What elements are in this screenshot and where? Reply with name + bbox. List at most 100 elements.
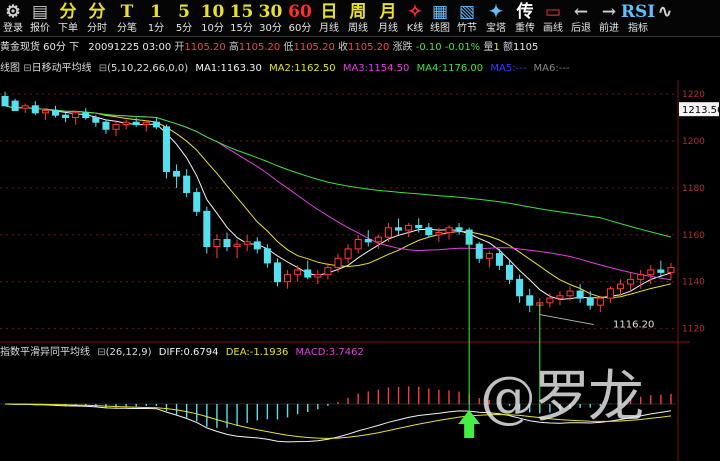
toolbar-label: 画线 [543, 23, 563, 34]
toolbar-icon: ∿ [657, 2, 673, 22]
low-marker-line [539, 314, 594, 325]
toolbar-label: 分时 [87, 23, 107, 34]
price-axis-label: 1220 [682, 90, 705, 100]
candle-body [11, 100, 19, 111]
candle-body [667, 267, 675, 273]
close-value: 1105.20 [348, 42, 390, 53]
toolbar-label: 周线 [348, 23, 368, 34]
toolbar-label: 10分 [201, 23, 224, 34]
toolbar-icon: T [120, 2, 134, 22]
toolbar-icon: ✦ [488, 2, 504, 22]
ma3-value: MA3:1154.50 [342, 63, 410, 74]
toolbar-button-19[interactable]: ▭ 画线 [539, 0, 567, 36]
toolbar-icon: 5 [178, 2, 190, 22]
toolbar-label: 后退 [571, 23, 591, 34]
candle-body [173, 170, 181, 177]
candle-body [354, 238, 362, 250]
toolbar-icon: 10 [200, 2, 225, 22]
toolbar-button-15[interactable]: ▦ 线图 [427, 0, 453, 36]
candle-body [516, 278, 524, 297]
toolbar-button-13[interactable]: 月月线 [373, 0, 403, 36]
candle-body [263, 248, 271, 264]
indicator-name[interactable]: 日移动平均线 [32, 63, 92, 74]
toolbar: ⚙ 登录 ▤ 报价分下单分分时 T 分笔 1 1分 5 5分 10 10分 15 15分 30 30分 60 60… [0, 0, 720, 37]
toolbar-button-5[interactable]: 1 1分 [142, 0, 170, 36]
watermark: @罗龙 [480, 365, 644, 430]
candle-body [72, 112, 80, 119]
toolbar-button-21[interactable]: → 前进 [595, 0, 623, 36]
toolbar-button-23[interactable]: ∿ [653, 0, 677, 36]
open-label: 开 [174, 42, 185, 53]
toolbar-button-18[interactable]: 传重传 [511, 0, 539, 36]
toolbar-button-12[interactable]: 周周线 [343, 0, 373, 36]
toolbar-button-9[interactable]: 30 30分 [256, 0, 285, 36]
ma6-value: MA6:--- [533, 63, 570, 74]
price-axis-label: 1200 [682, 137, 705, 147]
candle-body [162, 126, 171, 172]
toolbar-button-4[interactable]: T 分笔 [112, 0, 142, 36]
toolbar-button-3[interactable]: 分分时 [82, 0, 112, 36]
candle-body [596, 297, 604, 306]
candle-body [657, 269, 665, 273]
candle-body [294, 269, 302, 276]
candle-body [505, 264, 514, 280]
toolbar-label: 线图 [430, 23, 450, 34]
hold-value: 1105 [512, 42, 539, 53]
instrument-name: 黄金现货 60分 下 [0, 42, 80, 53]
ma1-value: MA1:1163.30 [195, 63, 262, 74]
low-value: 1105.20 [293, 42, 335, 53]
volume-value: 1 [493, 42, 500, 53]
hold-label: 额 [502, 42, 513, 53]
candle-body [102, 121, 110, 130]
toolbar-button-11[interactable]: 日月线 [315, 0, 343, 36]
change-value: -0.10 [415, 42, 442, 53]
toolbar-icon: 30 [258, 2, 283, 22]
candle-body [92, 117, 100, 123]
toolbar-label: 5分 [175, 23, 193, 34]
low-marker-text: 1116.20 [613, 320, 654, 331]
toolbar-icon: 传 [516, 2, 534, 22]
toolbar-label: 登录 [3, 23, 23, 34]
candle-body [304, 269, 312, 278]
candle-body [122, 121, 130, 126]
toolbar-button-7[interactable]: 10 10分 [198, 0, 227, 36]
candle-body [526, 295, 534, 306]
toolbar-button-0[interactable]: ⚙ 登录 [0, 0, 26, 36]
candle-body [425, 227, 433, 236]
toolbar-button-17[interactable]: ✦ 宝塔 [481, 0, 511, 36]
toolbar-button-2[interactable]: 分下单 [54, 0, 82, 36]
indicator-params: (5,10,22,66,0,0) [107, 63, 189, 74]
candle-body [435, 231, 443, 236]
change-label: 涨跌 [392, 42, 413, 53]
candle-body [405, 224, 413, 231]
toolbar-label: 指标 [628, 23, 648, 34]
toolbar-button-16[interactable]: ▧ 竹节 [453, 0, 481, 36]
candle-body [62, 114, 70, 119]
toolbar-icon: 15 [229, 2, 254, 22]
toolbar-button-22[interactable]: RSI 指标 [621, 0, 655, 36]
collapse-icon[interactable]: ⊟ [99, 63, 107, 74]
toolbar-button-14[interactable]: ✧ K线 [403, 0, 427, 36]
candle-body [31, 105, 39, 114]
candle-body [495, 253, 503, 266]
toolbar-icon: ▧ [458, 2, 476, 22]
change-percent: -0.01% [444, 42, 481, 53]
toolbar-button-1[interactable]: ▤ 报价 [26, 0, 54, 36]
candle-body [586, 297, 594, 306]
toolbar-icon: ⚙ [5, 2, 21, 22]
candle-body [374, 236, 382, 243]
toolbar-icon: 分 [59, 2, 77, 22]
collapse-icon[interactable]: ⊟ [97, 347, 105, 358]
candle-body [183, 175, 191, 194]
toolbar-label: 重传 [515, 23, 535, 34]
toolbar-button-8[interactable]: 15 15分 [227, 0, 256, 36]
macd-title[interactable]: 指数平滑异同平均线 [0, 347, 90, 358]
candle-body [344, 248, 352, 259]
toolbar-icon: ← [573, 2, 589, 22]
quote-date: 20091225 03:00 [88, 42, 172, 53]
ma4-value: MA4:1176.00 [416, 63, 484, 74]
toolbar-button-10[interactable]: 60 60分 [285, 0, 315, 36]
collapse-icon[interactable]: ⊟ [23, 63, 31, 74]
toolbar-button-6[interactable]: 5 5分 [170, 0, 198, 36]
toolbar-button-20[interactable]: ← 后退 [567, 0, 595, 36]
